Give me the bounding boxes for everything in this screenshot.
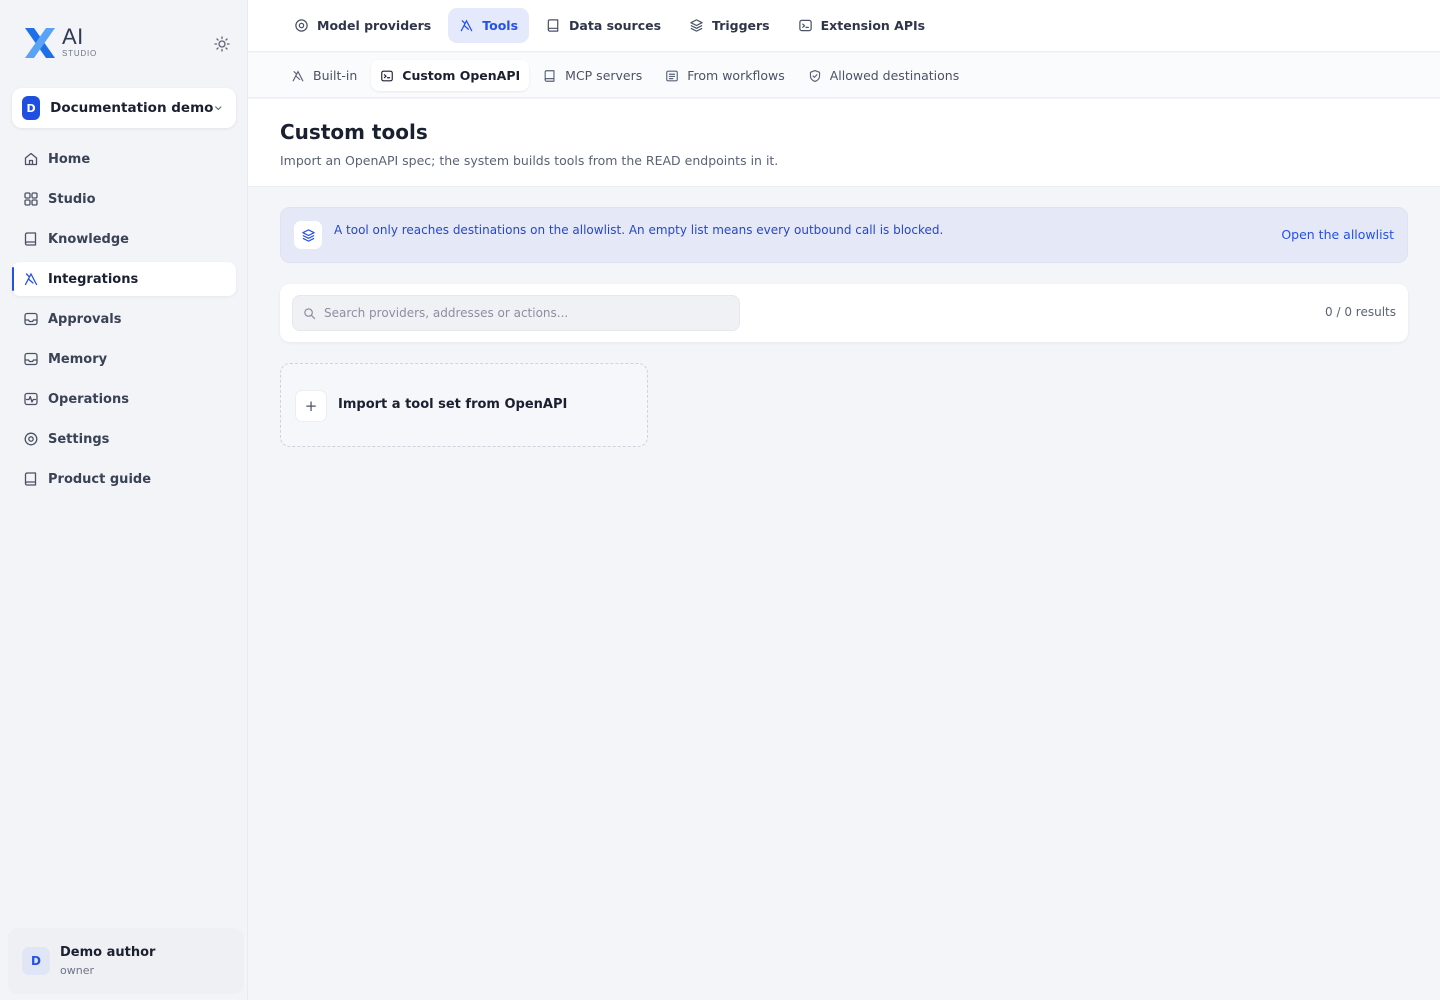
import-openapi-label: Import a tool set from OpenAPI: [338, 397, 568, 412]
sun-icon: [214, 36, 230, 52]
book-icon: [24, 232, 37, 246]
subtab-label: Built-in: [313, 68, 358, 83]
sub-tabs: Built-in Custom OpenAPI MCP servers From…: [282, 60, 973, 91]
book-icon: [547, 19, 559, 32]
list-icon: [666, 70, 679, 81]
search-icon: [304, 307, 316, 319]
activity-icon: [24, 392, 38, 406]
workspace-avatar: D: [22, 96, 41, 120]
shield-icon: [809, 69, 820, 82]
sidebar-item-label: Operations: [48, 391, 129, 407]
sidebar-item-memory[interactable]: Memory: [12, 342, 236, 376]
tab-label: Model providers: [317, 18, 432, 33]
subtab-label: Allowed destinations: [829, 68, 960, 83]
tab-label: Extension APIs: [820, 18, 926, 33]
sidebar-item-approvals[interactable]: Approvals: [12, 302, 236, 336]
brand-text: AI STUDIO: [62, 24, 98, 59]
subtab-custom-openapi[interactable]: Custom OpenAPI: [371, 60, 530, 91]
user-info: Demo author owner: [60, 945, 155, 977]
main-content: Model providers Tools Data sources Trigg…: [248, 0, 1440, 1000]
tools-icon: [461, 19, 473, 32]
brand-logo[interactable]: AI STUDIO: [22, 26, 97, 60]
tab-tools[interactable]: Tools: [448, 8, 530, 43]
gear-icon: [24, 432, 38, 446]
x-logo-icon: [25, 28, 55, 58]
tab-label: Data sources: [569, 18, 662, 33]
user-name: Demo author: [60, 945, 156, 960]
book-icon: [24, 472, 37, 486]
sidebar-item-knowledge[interactable]: Knowledge: [12, 222, 236, 256]
search-panel: 0 / 0 results: [280, 284, 1408, 342]
brand-tagline: STUDIO: [62, 49, 98, 58]
terminal-icon: [381, 70, 394, 81]
sidebar: AI STUDIO D Documentation demo Home Stud…: [0, 0, 248, 1000]
sidebar-item-label: Integrations: [48, 271, 139, 287]
subtab-built-in[interactable]: Built-in: [282, 60, 366, 91]
tools-icon: [24, 272, 38, 286]
workspace-name: Documentation demo: [50, 100, 214, 116]
book-icon: [544, 69, 555, 82]
notice-text: A tool only reaches destinations on the …: [334, 223, 944, 237]
sidebar-item-integrations[interactable]: Integrations: [12, 262, 236, 296]
avatar: D: [22, 947, 50, 975]
theme-toggle-button[interactable]: [213, 35, 231, 53]
sidebar-item-label: Memory: [48, 351, 108, 367]
sub-tab-bar: Built-in Custom OpenAPI MCP servers From…: [248, 53, 1440, 98]
sidebar-item-label: Approvals: [48, 311, 122, 327]
tab-model-providers[interactable]: Model providers: [283, 8, 442, 43]
sidebar-item-operations[interactable]: Operations: [12, 382, 236, 416]
open-allowlist-link[interactable]: Open the allowlist: [1281, 227, 1394, 242]
tab-label: Triggers: [712, 18, 770, 33]
sidebar-item-label: Product guide: [48, 471, 152, 487]
inbox-icon: [24, 352, 38, 366]
sidebar-nav: Home Studio Knowledge Integrations Appro…: [12, 142, 236, 502]
layers-icon: [690, 19, 703, 32]
layers-icon: [301, 228, 315, 242]
tab-triggers[interactable]: Triggers: [678, 8, 781, 43]
workspace-switcher[interactable]: D Documentation demo: [12, 88, 236, 128]
subtab-from-workflows[interactable]: From workflows: [656, 60, 793, 91]
sidebar-item-label: Settings: [48, 431, 110, 447]
brand-name: AI: [62, 24, 84, 49]
page-subtitle: Import an OpenAPI spec; the system build…: [280, 153, 779, 168]
provider-icon: [295, 19, 308, 32]
top-tabs: Model providers Tools Data sources Trigg…: [283, 8, 942, 43]
import-openapi-card[interactable]: + Import a tool set from OpenAPI: [280, 363, 648, 447]
top-tab-bar: Model providers Tools Data sources Trigg…: [248, 0, 1440, 52]
chevron-down-icon: [215, 106, 222, 111]
sidebar-item-label: Studio: [48, 191, 96, 207]
sidebar-item-home[interactable]: Home: [12, 142, 236, 176]
grid-icon: [24, 192, 38, 206]
subtab-label: Custom OpenAPI: [402, 68, 521, 83]
tab-data-sources[interactable]: Data sources: [535, 8, 672, 43]
tab-label: Tools: [482, 18, 519, 33]
subtab-label: From workflows: [687, 68, 785, 83]
tab-extension-apis[interactable]: Extension APIs: [787, 8, 936, 43]
sidebar-item-label: Knowledge: [48, 231, 129, 247]
notice-icon-box: [294, 221, 322, 249]
home-icon: [24, 152, 38, 166]
search-box[interactable]: [292, 295, 740, 331]
subtab-label: MCP servers: [565, 68, 643, 83]
subtab-mcp-servers[interactable]: MCP servers: [534, 60, 651, 91]
user-role: owner: [60, 964, 94, 977]
sidebar-item-label: Home: [48, 151, 91, 167]
tools-icon: [292, 69, 304, 81]
page-title: Custom tools: [280, 120, 428, 144]
subtab-allowed-destinations[interactable]: Allowed destinations: [799, 60, 969, 91]
user-profile-card[interactable]: D Demo author owner: [8, 928, 244, 994]
page-header: Custom tools Import an OpenAPI spec; the…: [248, 99, 1440, 187]
sidebar-item-product-guide[interactable]: Product guide: [12, 462, 236, 496]
inbox-icon: [24, 312, 38, 326]
sidebar-item-studio[interactable]: Studio: [12, 182, 236, 216]
result-count: 0 / 0 results: [1325, 305, 1396, 319]
sidebar-item-settings[interactable]: Settings: [12, 422, 236, 456]
terminal-icon: [798, 19, 812, 32]
search-input[interactable]: [324, 306, 739, 320]
allowlist-notice: A tool only reaches destinations on the …: [280, 207, 1408, 263]
plus-icon: +: [295, 390, 327, 422]
